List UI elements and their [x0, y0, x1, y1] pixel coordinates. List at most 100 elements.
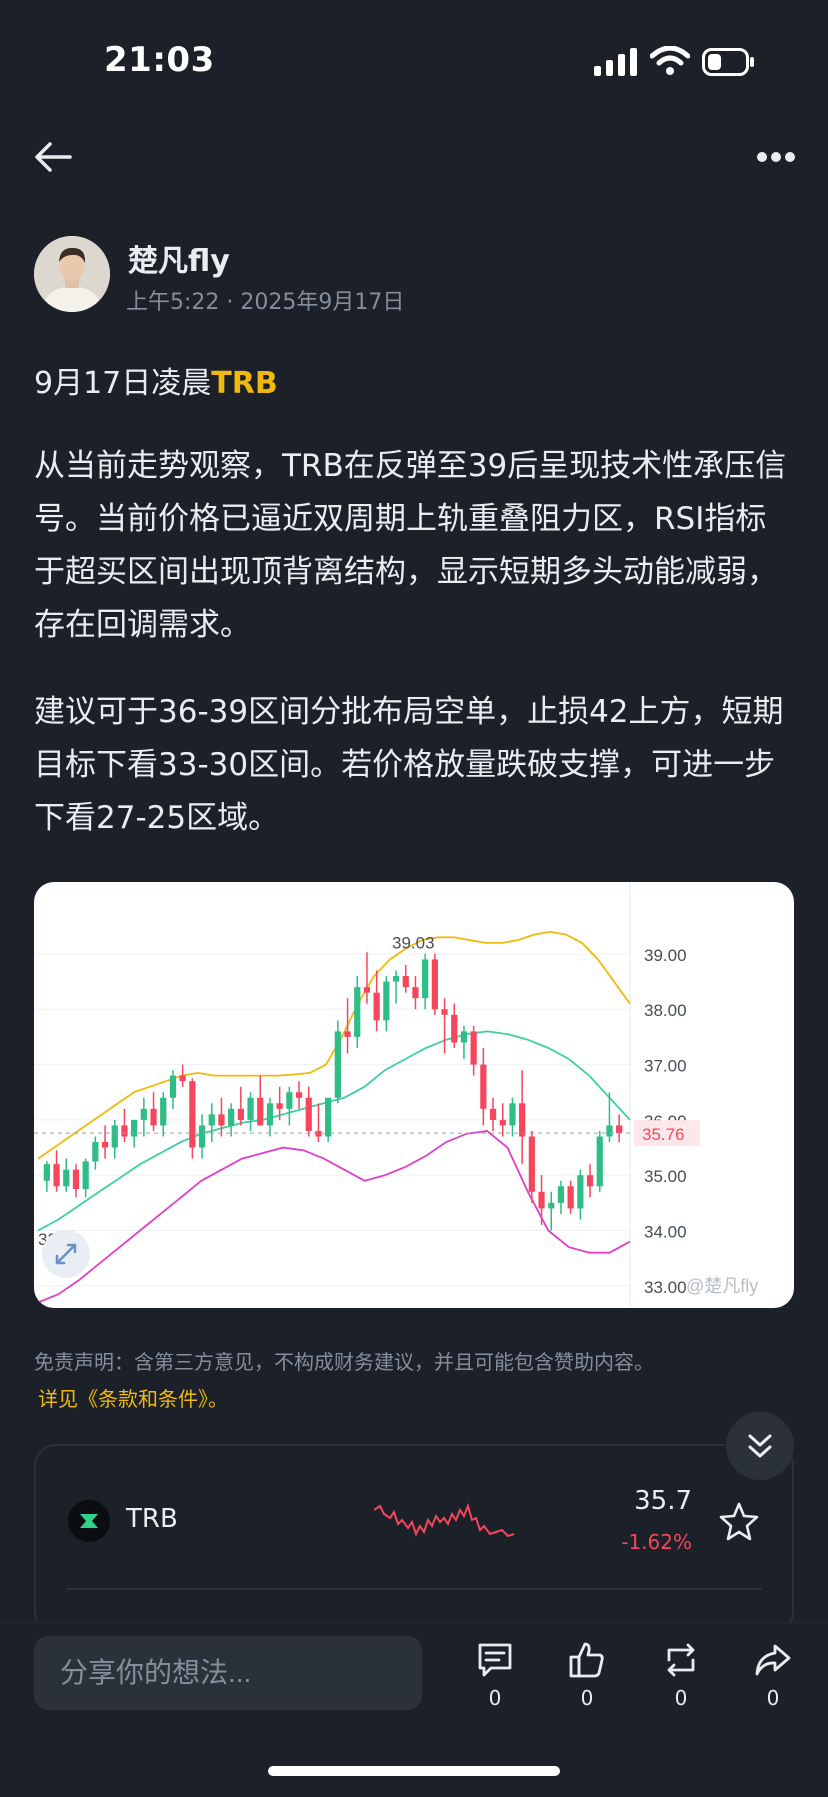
candle-body [509, 1103, 516, 1126]
candlestick-chart: 39.0038.0037.0036.0035.0034.0033.0035.76… [34, 882, 758, 1308]
candle-body [402, 976, 409, 988]
candle-body [480, 1064, 487, 1109]
battery-icon [702, 48, 754, 76]
candle-body [431, 959, 438, 1010]
share-count: 0 [766, 1686, 780, 1710]
candle-body [72, 1169, 80, 1190]
author-avatar[interactable] [34, 236, 110, 312]
repost-button[interactable]: 0 [656, 1640, 706, 1710]
scroll-down-button[interactable] [726, 1412, 794, 1480]
candle-body [519, 1103, 526, 1137]
meta-separator: · [226, 290, 241, 315]
like-count: 0 [580, 1686, 594, 1710]
chart-image[interactable]: 39.0038.0037.0036.0035.0034.0033.0035.76… [34, 882, 794, 1308]
candle-body [286, 1092, 293, 1109]
candle-body [392, 976, 400, 982]
comment-count: 0 [488, 1686, 502, 1710]
wifi-icon [650, 46, 690, 75]
candle-body [237, 1108, 244, 1120]
candle-body [305, 1097, 312, 1131]
candle-body [557, 1186, 565, 1203]
candle-body [198, 1125, 206, 1148]
back-arrow-icon[interactable] [34, 138, 72, 176]
more-icon[interactable] [756, 150, 796, 164]
y-tick-label: 39.00 [644, 946, 687, 965]
candle-body [616, 1125, 623, 1134]
post-paragraph: 建议可于36-39区间分批布局空单，止损42上方，短期目标下看33-30区间。若… [34, 694, 784, 836]
repost-count: 0 [674, 1686, 688, 1710]
candle-body [373, 992, 380, 1021]
coin-symbol: TRB [126, 1504, 178, 1534]
candle-body [528, 1136, 535, 1192]
y-tick-label: 35.00 [644, 1167, 687, 1186]
trb-logo-icon [68, 1500, 110, 1542]
post-title-ticker-link[interactable]: TRB [211, 366, 277, 401]
y-tick-label: 37.00 [644, 1057, 687, 1076]
candle-body [82, 1161, 89, 1190]
status-time: 21:03 [104, 40, 215, 80]
candle-body [499, 1119, 506, 1126]
candle-body [295, 1092, 303, 1098]
candle-body [140, 1108, 147, 1120]
candle-body [131, 1119, 138, 1137]
candle-body [53, 1164, 60, 1187]
candle-body [412, 987, 419, 999]
candle-body [266, 1103, 274, 1126]
candle-body [257, 1097, 264, 1126]
candle-body [586, 1175, 594, 1187]
post-title-prefix: 9月17日凌晨 [34, 366, 212, 401]
candle-body [606, 1125, 613, 1137]
disclaimer-text: 免责声明：含第三方意见，不构成财务建议，并且可能包含赞助内容。 [34, 1350, 654, 1374]
candle-body [179, 1075, 186, 1082]
candle-body [441, 1009, 448, 1015]
candle-body [577, 1175, 584, 1209]
like-button[interactable]: 0 [562, 1640, 612, 1710]
share-button[interactable]: 0 [748, 1640, 798, 1710]
coin-price: 35.7 [634, 1486, 692, 1516]
post-date: 2025年9月17日 [240, 290, 405, 315]
candle-body [451, 1014, 458, 1043]
candle-body [101, 1142, 109, 1148]
candle-body [315, 1130, 322, 1137]
like-icon [569, 1642, 604, 1678]
candle-body [548, 1202, 555, 1209]
current-price-label: 35.76 [642, 1125, 685, 1144]
terms-link[interactable]: 详见《条款和条件》。 [38, 1383, 228, 1412]
post-time: 上午5:22 [126, 290, 220, 315]
candle-body [383, 981, 390, 1021]
share-icon [755, 1644, 791, 1676]
candle-body [334, 1031, 341, 1098]
candle-body [121, 1125, 128, 1137]
author-name[interactable]: 楚凡fly [128, 236, 230, 280]
candle-body [208, 1114, 215, 1126]
candle-body [596, 1136, 603, 1187]
candle-body [460, 1031, 468, 1043]
candle-body [354, 987, 361, 1037]
candle-body [228, 1108, 235, 1126]
candle-body [63, 1169, 70, 1187]
candle-body [344, 1031, 351, 1037]
comment-input[interactable]: 分享你的想法... [34, 1636, 422, 1710]
price-sparkline [374, 1502, 515, 1538]
candle-body [567, 1186, 574, 1209]
expand-icon [55, 1243, 77, 1265]
candle-body [160, 1097, 167, 1126]
candle-body [489, 1108, 497, 1120]
avatar-image [34, 236, 110, 312]
watermark-text: @楚凡fly [686, 1276, 758, 1296]
candle-body [111, 1125, 118, 1148]
candle-body [276, 1103, 283, 1109]
candle-body [325, 1097, 332, 1137]
expand-chart-button[interactable] [42, 1230, 90, 1278]
candle-body [363, 987, 371, 993]
candle-body [470, 1031, 477, 1065]
candle-body [538, 1191, 545, 1209]
cellular-signal-icon [594, 48, 637, 76]
comment-button[interactable]: 0 [470, 1640, 520, 1710]
candle-body [189, 1081, 196, 1148]
coin-change: -1.62% [621, 1530, 692, 1554]
star-icon[interactable] [718, 1500, 760, 1542]
post-title: 9月17日凌晨TRB [34, 358, 278, 402]
comment-icon [478, 1643, 512, 1677]
home-indicator [268, 1766, 560, 1776]
